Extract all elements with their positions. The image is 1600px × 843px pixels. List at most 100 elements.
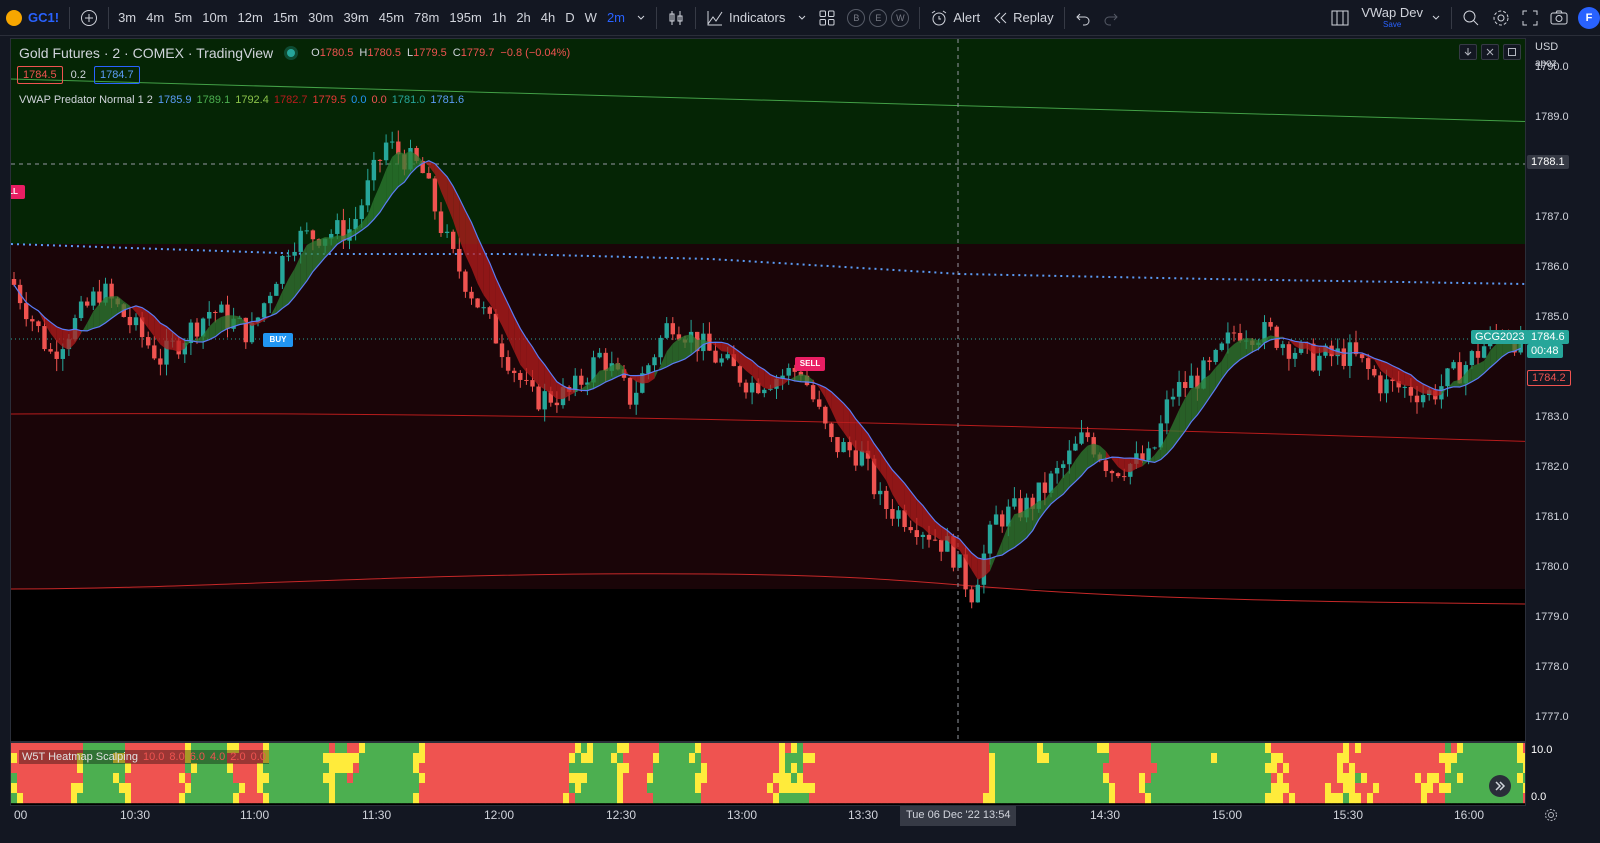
- alert-button[interactable]: Alert: [924, 0, 986, 36]
- candle-body: [1286, 344, 1292, 359]
- interval-D[interactable]: D: [560, 0, 579, 36]
- heatmap-cell: [1055, 773, 1062, 784]
- heatmap-cell: [521, 763, 528, 774]
- settings-button[interactable]: [1486, 0, 1516, 36]
- circle-button-w[interactable]: W: [891, 8, 910, 27]
- heatmap-cell: [1349, 753, 1356, 764]
- interval-4h[interactable]: 4h: [536, 0, 560, 36]
- maximize-pane-button[interactable]: [1503, 44, 1521, 60]
- indicator-legend[interactable]: VWAP Predator Normal 1 2 1785.9 1789.1 179…: [19, 94, 464, 106]
- interval-39m[interactable]: 39m: [338, 0, 373, 36]
- candle-body: [725, 354, 730, 359]
- user-menu[interactable]: F: [1574, 0, 1600, 36]
- candle-body: [1115, 473, 1121, 477]
- templates-button[interactable]: [813, 0, 841, 36]
- heatmap-cell: [1319, 773, 1326, 784]
- heatmap-cell: [1445, 773, 1452, 784]
- heatmap-cell: [347, 783, 354, 794]
- circle-button-b[interactable]: B: [847, 8, 866, 27]
- indicators-button[interactable]: Indicators: [700, 0, 791, 36]
- heatmap-cell: [887, 763, 894, 774]
- heatmap-cell: [989, 763, 996, 774]
- heatmap-cell: [1301, 793, 1308, 804]
- heatmap-cell: [1115, 753, 1122, 764]
- circle-button-e[interactable]: E: [869, 8, 888, 27]
- heatmap-cell: [1283, 773, 1290, 784]
- time-axis[interactable]: Tue 06 Dec '22 13:54 00 10:30 11:00 11:30 12…: [0, 806, 1600, 843]
- interval-195m[interactable]: 195m: [444, 0, 487, 36]
- heatmap-cell: [89, 763, 96, 774]
- interval-12m[interactable]: 12m: [233, 0, 268, 36]
- heatmap-cell: [233, 783, 240, 794]
- chart-type-button[interactable]: [661, 0, 691, 36]
- layout-name-button[interactable]: VWap Dev Save: [1355, 0, 1447, 36]
- interval-30m[interactable]: 30m: [303, 0, 338, 36]
- redo-button[interactable]: [1097, 0, 1125, 36]
- compare-add-button[interactable]: [74, 0, 104, 36]
- heatmap-cell: [965, 783, 972, 794]
- heatmap-cell: [1469, 753, 1476, 764]
- currency-label[interactable]: USD: [1535, 41, 1558, 53]
- interval-3m[interactable]: 3m: [113, 0, 141, 36]
- heatmap-cell: [581, 793, 588, 804]
- chart-canvas[interactable]: [11, 39, 1526, 806]
- time-tick: 15:30: [1333, 808, 1364, 822]
- sell-button[interactable]: 1784.5: [17, 66, 63, 84]
- interval-W[interactable]: W: [580, 0, 602, 36]
- undo-button[interactable]: [1069, 0, 1097, 36]
- heatmap-cell: [311, 793, 318, 804]
- search-button[interactable]: [1456, 0, 1486, 36]
- lower-band-zone: [11, 244, 1525, 589]
- heatmap-cell: [1397, 753, 1404, 764]
- heatmap-cell: [923, 773, 930, 784]
- heatmap-cell: [95, 763, 102, 774]
- buy-button[interactable]: 1784.7: [93, 66, 140, 84]
- heatmap-cell: [323, 793, 330, 804]
- interval-dropdown[interactable]: [630, 0, 652, 36]
- series-title[interactable]: Gold Futures · 2 · COMEX · TradingView: [19, 45, 273, 61]
- interval-15m[interactable]: 15m: [268, 0, 303, 36]
- collapse-pane-button[interactable]: [1481, 44, 1499, 60]
- heatmap-cell: [491, 763, 498, 774]
- chart-pane[interactable]: Gold Futures · 2 · COMEX · TradingView O…: [10, 38, 1526, 806]
- indicators-dropdown[interactable]: [791, 0, 813, 36]
- heatmap-cell: [1463, 763, 1470, 774]
- interval-45m[interactable]: 45m: [374, 0, 409, 36]
- heatmap-cell: [791, 793, 798, 804]
- replay-button[interactable]: Replay: [986, 0, 1059, 36]
- symbol-search[interactable]: GC1!: [0, 0, 65, 36]
- interval-2h[interactable]: 2h: [511, 0, 535, 36]
- heatmap-cell: [191, 763, 198, 774]
- snapshot-button[interactable]: [1544, 0, 1574, 36]
- heatmap-cell: [1313, 743, 1320, 754]
- heatmap-cell: [11, 783, 18, 794]
- move-down-button[interactable]: [1459, 44, 1477, 60]
- interval-2m[interactable]: 2m: [602, 0, 630, 36]
- candle-body: [847, 442, 852, 451]
- heatmap-cell: [1241, 793, 1248, 804]
- interval-10m[interactable]: 10m: [197, 0, 232, 36]
- heatmap-cell: [605, 743, 612, 754]
- layout-select-button[interactable]: [1325, 0, 1355, 36]
- heatmap-cell: [1169, 793, 1176, 804]
- heatmap-cell: [413, 793, 420, 804]
- fullscreen-button[interactable]: [1516, 0, 1544, 36]
- heatmap-cell: [425, 743, 432, 754]
- interval-1h[interactable]: 1h: [487, 0, 511, 36]
- scroll-to-realtime-button[interactable]: [1489, 775, 1511, 797]
- axis-settings-button[interactable]: [1544, 808, 1558, 825]
- interval-4m[interactable]: 4m: [141, 0, 169, 36]
- heatmap-cell: [689, 753, 696, 764]
- price-scale[interactable]: USD apoz 1790.0 1789.0 1787.0 1786.0 1785.0 1…: [1471, 38, 1600, 806]
- indicator-value: 0.0: [371, 94, 387, 106]
- indicator-value: 1782.7: [273, 94, 308, 106]
- interval-5m[interactable]: 5m: [169, 0, 197, 36]
- heatmap-cell: [689, 793, 696, 804]
- heatmap-cell: [1199, 743, 1206, 754]
- price-tick: 1785.0: [1535, 311, 1569, 323]
- interval-78m[interactable]: 78m: [409, 0, 444, 36]
- heatmap-cell: [827, 743, 834, 754]
- heatmap-cell: [893, 763, 900, 774]
- subpane-legend[interactable]: W5T Heatmap Scalping 10.0 8.0 6.0 4.0 2.0 0.0: [19, 750, 269, 764]
- open-label: O: [311, 47, 320, 59]
